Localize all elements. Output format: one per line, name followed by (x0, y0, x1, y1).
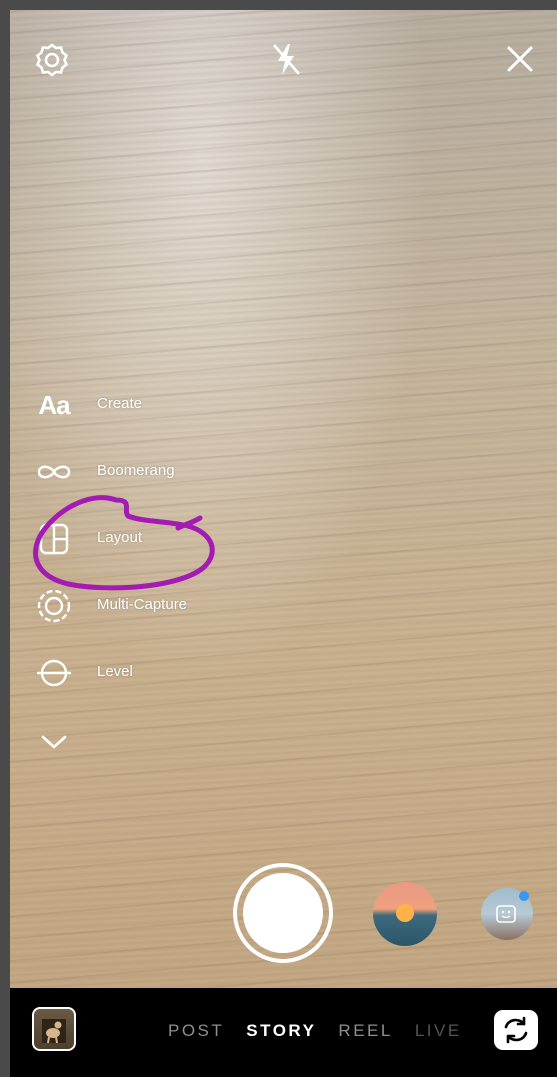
annotation-circle (33, 495, 215, 591)
tool-label: Boomerang (97, 462, 175, 479)
mode-tabs: POST STORY REEL LIVE (168, 1021, 484, 1041)
tab-story[interactable]: STORY (246, 1021, 316, 1041)
tool-label: Create (97, 395, 143, 412)
flip-camera-icon[interactable] (494, 1010, 538, 1050)
shutter-inner (243, 873, 323, 953)
tool-create[interactable]: Aa Create (34, 385, 294, 425)
more-tools-button[interactable] (34, 722, 74, 762)
level-icon (34, 653, 74, 693)
tool-boomerang[interactable]: Boomerang (34, 452, 294, 492)
tab-reel[interactable]: REEL (338, 1021, 392, 1041)
gallery-thumbnail[interactable] (32, 1007, 76, 1051)
sunset-filter-thumbnail[interactable] (373, 882, 437, 946)
tool-level[interactable]: Level (34, 653, 294, 693)
shutter-button[interactable] (233, 863, 333, 963)
bottom-bar: POST STORY REEL LIVE (10, 988, 557, 1077)
flash-off-icon[interactable] (266, 39, 306, 79)
infinity-icon (34, 452, 74, 492)
text-aa-icon: Aa (38, 389, 70, 420)
close-icon[interactable] (500, 39, 540, 79)
tool-label: Multi-Capture (97, 596, 188, 613)
tool-label: Level (97, 663, 133, 680)
tab-post[interactable]: POST (168, 1021, 224, 1041)
effect-new-dot (519, 891, 529, 901)
camera-viewfinder[interactable]: Aa Create Boomerang Layout Multi-Capture… (10, 10, 557, 988)
settings-gear-icon[interactable] (32, 39, 72, 79)
chevron-down-icon (34, 722, 74, 762)
tab-live[interactable]: LIVE (415, 1021, 462, 1041)
